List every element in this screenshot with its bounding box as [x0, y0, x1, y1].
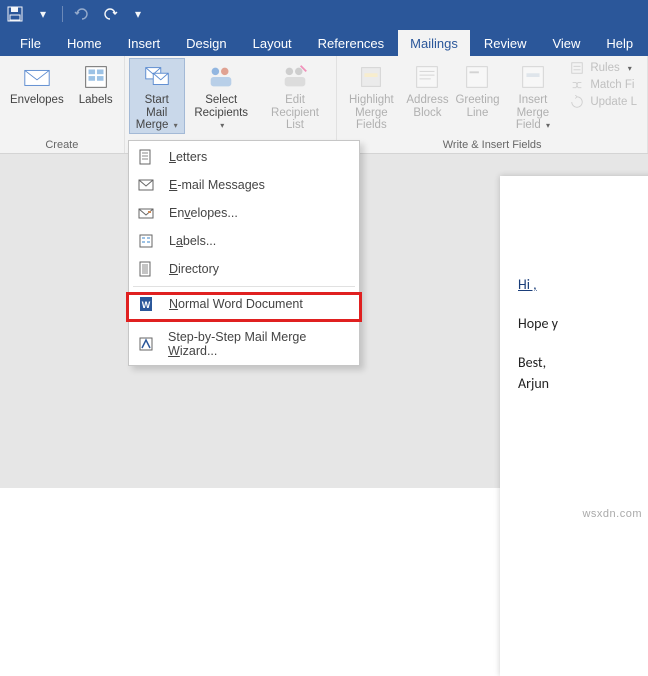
- tab-review[interactable]: Review: [472, 30, 539, 56]
- tab-mailings[interactable]: Mailings: [398, 30, 470, 56]
- labels-icon: [137, 232, 155, 250]
- edit-recipient-list-label: EditRecipient List: [264, 94, 327, 132]
- select-recipients-button[interactable]: SelectRecipients: [187, 58, 256, 134]
- menu-directory[interactable]: Directory: [129, 255, 359, 283]
- edit-recipient-list-button[interactable]: EditRecipient List: [258, 58, 333, 134]
- start-mail-merge-label: Start MailMerge: [135, 94, 179, 132]
- match-fields-button[interactable]: Match Fi: [568, 77, 639, 93]
- update-labels-button[interactable]: Update L: [568, 94, 639, 110]
- svg-text:W: W: [142, 300, 151, 310]
- directory-icon: [137, 260, 155, 278]
- highlight-label: HighlightMerge Fields: [347, 94, 395, 132]
- address-block-button[interactable]: AddressBlock: [403, 58, 451, 121]
- envelopes-button[interactable]: Envelopes: [4, 58, 70, 109]
- tab-help[interactable]: Help: [594, 30, 645, 56]
- menu-normal-document[interactable]: W Normal Word Document: [129, 290, 359, 318]
- letters-icon: [137, 148, 155, 166]
- menu-normal-label: Normal Word Document: [169, 297, 303, 311]
- menu-separator: [133, 286, 355, 287]
- address-block-label: AddressBlock: [406, 94, 448, 119]
- tab-insert[interactable]: Insert: [116, 30, 173, 56]
- envelopes-label: Envelopes: [10, 94, 64, 107]
- menu-labels[interactable]: Labels...: [129, 227, 359, 255]
- group-create-label: Create: [4, 138, 120, 153]
- wizard-icon: [137, 335, 154, 353]
- word-doc-icon: W: [137, 295, 155, 313]
- select-recipients-label: SelectRecipients: [193, 94, 250, 132]
- group-write-insert: HighlightMerge Fields AddressBlock Greet…: [337, 56, 648, 153]
- menu-letters-label: Letters: [169, 150, 207, 164]
- doc-line-name: Arjun: [518, 375, 648, 392]
- menu-separator-2: [133, 321, 355, 322]
- watermark: wsxdn.com: [582, 508, 642, 520]
- insert-merge-field-label: Insert MergeField: [509, 94, 556, 132]
- tab-layout[interactable]: Layout: [241, 30, 304, 56]
- doc-greeting: Hi ,: [518, 276, 537, 293]
- quick-access-toolbar: ▾ ▾: [0, 0, 648, 28]
- menu-envelopes-label: Envelopes...: [169, 206, 238, 220]
- rules-button[interactable]: Rules: [568, 60, 639, 76]
- tab-home[interactable]: Home: [55, 30, 114, 56]
- group-write-label: Write & Insert Fields: [341, 138, 643, 153]
- ribbon-tabs: File Home Insert Design Layout Reference…: [0, 28, 648, 56]
- email-icon: [137, 176, 155, 194]
- tab-view[interactable]: View: [540, 30, 592, 56]
- menu-labels-label: Labels...: [169, 234, 216, 248]
- doc-line-hope: Hope y: [518, 315, 648, 332]
- tab-file[interactable]: File: [8, 30, 53, 56]
- save-button[interactable]: [6, 5, 24, 23]
- menu-email-label: E-mail Messages: [169, 178, 265, 192]
- greeting-line-label: GreetingLine: [455, 94, 499, 119]
- highlight-merge-fields-button[interactable]: HighlightMerge Fields: [341, 58, 401, 134]
- group-start-mail-merge: Start MailMerge SelectRecipients EditRec…: [125, 56, 338, 153]
- qat-dropdown-1[interactable]: ▾: [34, 5, 52, 23]
- group-create: Envelopes Labels Create: [0, 56, 125, 153]
- menu-wizard-label: Step-by-Step Mail Merge Wizard...: [168, 330, 349, 358]
- menu-letters[interactable]: Letters: [129, 143, 359, 171]
- menu-email[interactable]: E-mail Messages: [129, 171, 359, 199]
- qat-dropdown-2[interactable]: ▾: [129, 5, 147, 23]
- start-mail-merge-menu: Letters E-mail Messages Envelopes... Lab…: [128, 140, 360, 366]
- qat-separator: [62, 6, 63, 22]
- tab-design[interactable]: Design: [174, 30, 238, 56]
- insert-merge-field-button[interactable]: Insert MergeField: [503, 58, 562, 134]
- menu-wizard[interactable]: Step-by-Step Mail Merge Wizard...: [129, 325, 359, 363]
- undo-button[interactable]: [73, 5, 91, 23]
- doc-line-best: Best,: [518, 354, 648, 371]
- labels-label: Labels: [79, 94, 113, 107]
- greeting-line-button[interactable]: GreetingLine: [453, 58, 501, 121]
- document-page[interactable]: Hi , Hope y Best, Arjun: [500, 176, 648, 676]
- envelopes-icon: [137, 204, 155, 222]
- menu-envelopes[interactable]: Envelopes...: [129, 199, 359, 227]
- redo-button[interactable]: [101, 5, 119, 23]
- menu-directory-label: Directory: [169, 262, 219, 276]
- start-mail-merge-button[interactable]: Start MailMerge: [129, 58, 185, 134]
- tab-references[interactable]: References: [306, 30, 396, 56]
- labels-button[interactable]: Labels: [72, 58, 120, 109]
